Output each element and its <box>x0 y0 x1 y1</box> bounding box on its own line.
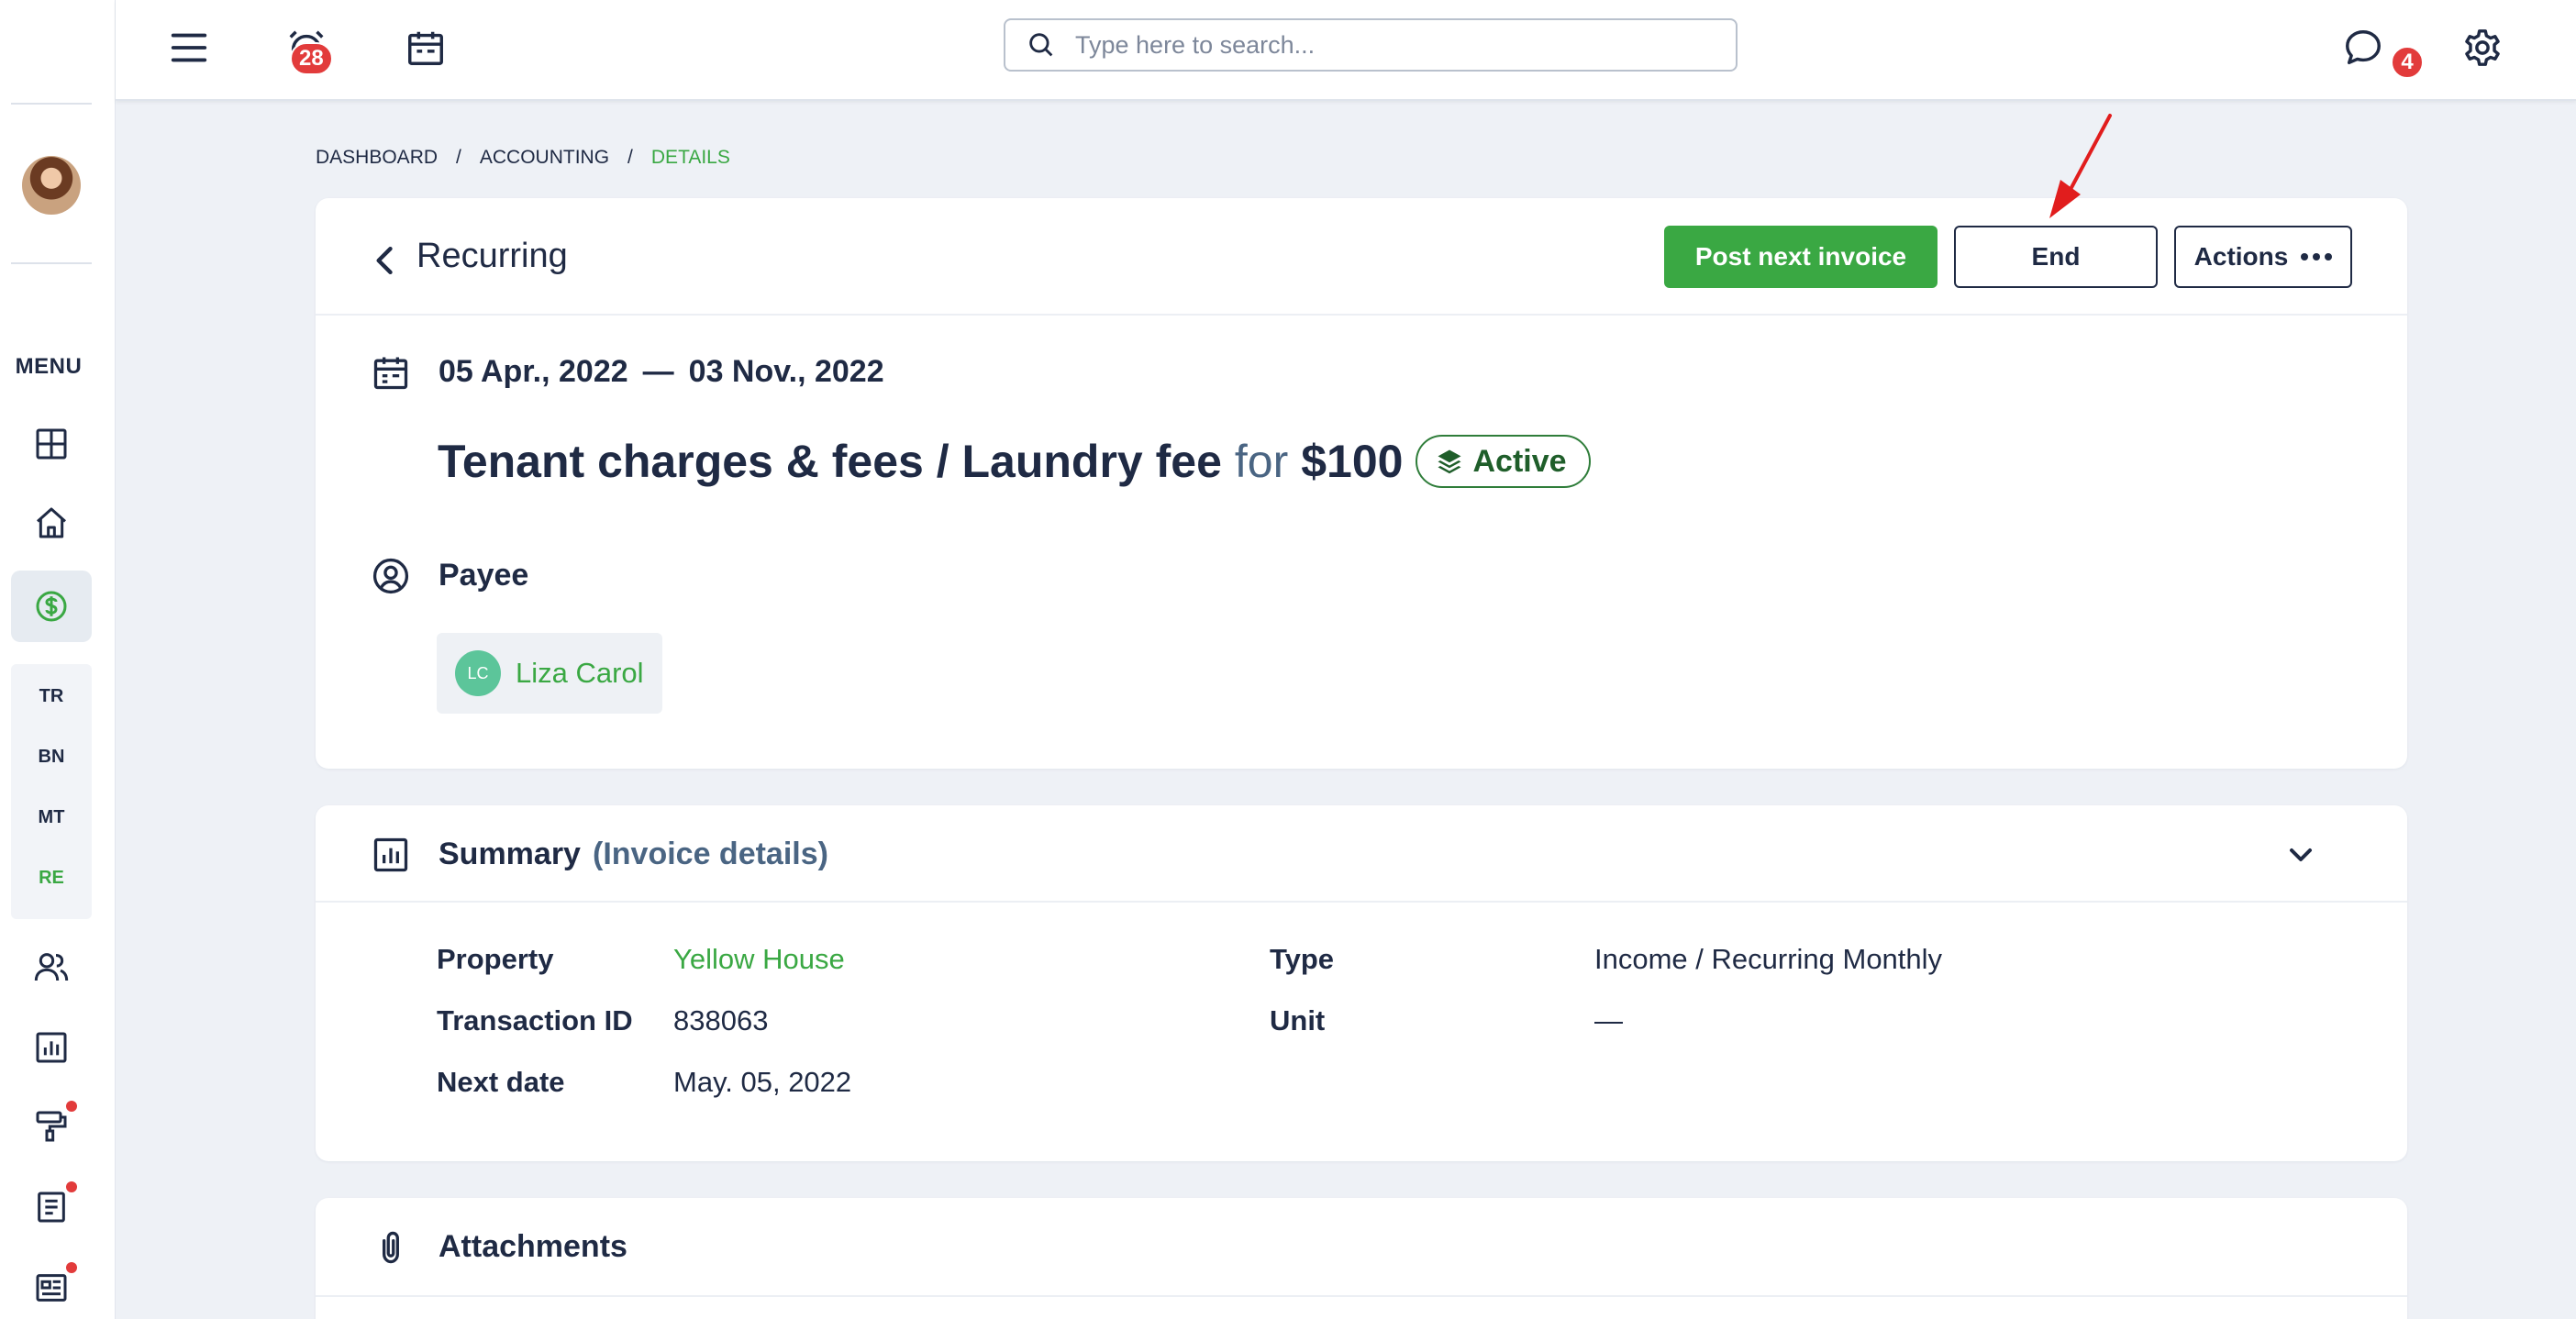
end-button[interactable]: End <box>1954 226 2158 288</box>
type-value: Income / Recurring Monthly <box>1594 943 1943 975</box>
notification-dot <box>66 1181 77 1192</box>
status-label: Active <box>1472 443 1567 479</box>
submenu-item-re[interactable]: RE <box>11 868 92 889</box>
submenu-item-tr[interactable]: TR <box>11 686 92 707</box>
page-title: Recurring <box>416 237 568 275</box>
actions-button-label: Actions <box>2193 242 2289 271</box>
topbar: 28 4 <box>116 0 2576 101</box>
unit-label: Unit <box>1270 1004 1326 1036</box>
summary-header[interactable]: Summary (Invoice details) <box>316 805 2407 903</box>
breadcrumb-separator: / <box>456 147 461 168</box>
reports-chart-icon[interactable] <box>22 1018 81 1077</box>
breadcrumb-accounting[interactable]: ACCOUNTING <box>480 147 609 169</box>
payee-label: Payee <box>439 558 529 593</box>
calendar-icon <box>371 352 411 393</box>
search-bar[interactable] <box>1004 18 1738 72</box>
unit-value: — <box>1594 1004 1623 1036</box>
accounting-dollar-icon[interactable] <box>11 571 92 642</box>
type-label: Type <box>1270 943 1335 975</box>
home-icon[interactable] <box>22 493 81 552</box>
user-circle-icon <box>371 556 411 596</box>
alarm-badge: 28 <box>290 42 333 75</box>
transaction-id-value: 838063 <box>673 1004 769 1036</box>
breadcrumb: DASHBOARD / ACCOUNTING / DETAILS <box>316 147 730 169</box>
property-label: Property <box>437 943 554 975</box>
people-icon[interactable] <box>22 937 81 996</box>
notification-dot <box>66 1101 77 1112</box>
search-icon <box>1029 33 1053 57</box>
user-avatar[interactable] <box>22 156 81 215</box>
payee-avatar: LC <box>455 650 501 696</box>
back-chevron-icon[interactable] <box>365 240 405 281</box>
start-date: 05 Apr., 2022 <box>439 354 628 389</box>
property-value[interactable]: Yellow House <box>673 943 845 976</box>
breadcrumb-dashboard[interactable]: DASHBOARD <box>316 147 438 169</box>
calendar-icon[interactable] <box>398 20 453 75</box>
summary-subtitle: (Invoice details) <box>593 837 828 871</box>
end-date: 03 Nov., 2022 <box>688 354 884 389</box>
layers-icon <box>1438 449 1461 474</box>
date-separator: — <box>642 354 674 389</box>
sidebar-divider <box>11 262 92 264</box>
paperclip-icon <box>371 1227 411 1268</box>
menu-label: MENU <box>15 354 83 379</box>
hamburger-menu-icon[interactable] <box>161 20 217 75</box>
chat-bubble-icon[interactable] <box>2336 20 2391 75</box>
attachments-title: Attachments <box>439 1229 627 1264</box>
next-date-label: Next date <box>437 1066 565 1098</box>
date-range: 05 Apr., 2022 — 03 Nov., 2022 <box>439 354 884 390</box>
submenu-item-mt[interactable]: MT <box>11 807 92 828</box>
post-next-invoice-button[interactable]: Post next invoice <box>1664 226 1938 288</box>
notification-dot <box>66 1262 77 1273</box>
breadcrumb-details: DETAILS <box>650 147 730 168</box>
annotation-arrow <box>2049 114 2112 218</box>
breadcrumb-separator: / <box>627 147 633 168</box>
submenu-item-bn[interactable]: BN <box>11 747 92 768</box>
for-word: for <box>1234 436 1289 487</box>
attachments-divider <box>316 1295 2407 1297</box>
chat-badge: 4 <box>2391 46 2424 79</box>
next-date-value: May. 05, 2022 <box>673 1066 852 1098</box>
settings-gear-icon[interactable] <box>2455 20 2510 75</box>
more-dots-icon <box>2301 253 2333 260</box>
dashboard-grid-icon[interactable] <box>22 415 81 473</box>
sidebar: MENU TR BN MT RE <box>0 0 116 1319</box>
charge-amount: $100 <box>1301 436 1404 487</box>
summary-title: Summary <box>439 837 581 871</box>
summary-card: Summary (Invoice details) Property Yello… <box>316 805 2407 1161</box>
payee-chip[interactable]: LC Liza Carol <box>437 633 662 714</box>
payee-name[interactable]: Liza Carol <box>516 657 644 690</box>
actions-button[interactable]: Actions <box>2174 226 2352 288</box>
search-input[interactable] <box>1075 30 1699 60</box>
bar-chart-icon <box>371 835 411 875</box>
accounting-submenu: TR BN MT RE <box>11 664 92 919</box>
charge-title: Tenant charges & fees / Laundry fee for … <box>438 435 1591 488</box>
recurring-card: Recurring Post next invoice End Actions … <box>316 198 2407 769</box>
transaction-id-label: Transaction ID <box>437 1004 633 1036</box>
charge-category: Tenant charges & fees / Laundry fee <box>438 436 1222 487</box>
attachments-card: Attachments <box>316 1198 2407 1319</box>
chevron-down-icon[interactable] <box>2282 837 2319 873</box>
status-badge: Active <box>1416 435 1591 488</box>
sidebar-divider <box>11 103 92 105</box>
